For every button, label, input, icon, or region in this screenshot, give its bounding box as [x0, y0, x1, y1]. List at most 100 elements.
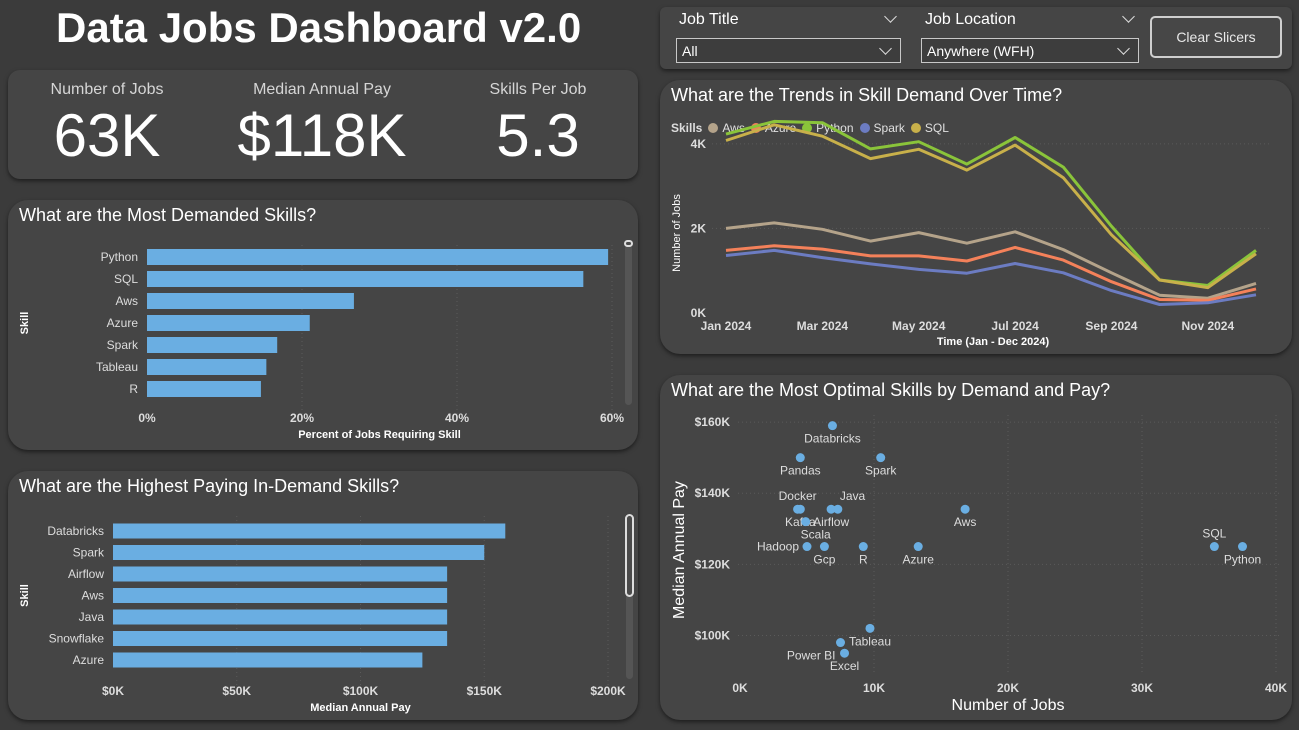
y-tick-label: Azure [73, 653, 105, 667]
y-tick-label: Databricks [47, 524, 104, 538]
x-tick-label: 60% [600, 411, 624, 425]
y-tick-label: SQL [114, 272, 138, 286]
kpi-value: $118K [237, 102, 407, 169]
kpi-median-annual-pay: Median Annual Pay $118K [221, 70, 423, 170]
bar [147, 315, 310, 331]
data-label: Gcp [813, 553, 835, 567]
data-point [858, 542, 868, 552]
demanded-skills-chart: 0% 20% 40% 60% Python SQL Aws Azure Spark Tableau… [19, 245, 624, 441]
job-title-dropdown[interactable]: All [676, 38, 901, 63]
bar [113, 588, 448, 603]
y-tick-label: Spark [73, 546, 105, 560]
kpi-number-of-jobs: Number of Jobs 63K [16, 70, 198, 170]
dashboard-title: Data Jobs Dashboard v2.0 [56, 4, 582, 51]
data-label: Databricks [804, 432, 861, 446]
y-tick-label: 0K [691, 306, 707, 320]
data-point [876, 453, 886, 463]
data-label: Azure [903, 553, 935, 567]
kpi-label: Skills Per Job [489, 81, 587, 98]
x-axis-label: Percent of Jobs Requiring Skill [298, 429, 461, 441]
x-tick-label: Nov 2024 [1181, 319, 1234, 333]
data-point [865, 623, 875, 633]
paying-skills-chart: $0K $50K $100K $150K $200K Databricks Spark Air… [19, 516, 626, 714]
y-tick-label: Aws [82, 589, 104, 603]
x-tick-label: $150K [467, 684, 503, 698]
x-tick-label: 20K [997, 681, 1019, 695]
data-label: Docker [779, 489, 817, 503]
y-tick-label: $120K [695, 557, 731, 571]
x-tick-label: 0% [138, 411, 156, 425]
y-tick-label: Spark [107, 338, 139, 352]
data-label: SQL [1202, 527, 1226, 541]
data-label: Pandas [780, 464, 821, 478]
trends-chart: 0K 2K 4K Jan 2024 Mar 2024 May 2024 Jul 2024 Se… [671, 119, 1270, 348]
y-tick-label: Python [101, 250, 138, 264]
data-label: Java [840, 489, 866, 503]
y-axis-label: Skill [19, 584, 31, 607]
x-axis-label: Median Annual Pay [310, 702, 411, 714]
kpi-label: Number of Jobs [50, 81, 164, 98]
x-axis-label: Time (Jan - Dec 2024) [937, 336, 1050, 348]
y-tick-label: $140K [695, 486, 731, 500]
job-location-dropdown[interactable]: Anywhere (WFH) [921, 38, 1139, 63]
x-tick-label: 40K [1265, 681, 1287, 695]
data-label: Tableau [849, 634, 891, 648]
kpi-value: 5.3 [496, 102, 580, 169]
x-tick-label: Mar 2024 [797, 319, 849, 333]
data-point [913, 542, 923, 552]
data-label: Scala [801, 528, 831, 542]
x-tick-label: $0K [102, 684, 124, 698]
x-tick-label: May 2024 [892, 319, 946, 333]
data-label: Aws [954, 515, 976, 529]
x-tick-label: $50K [222, 684, 251, 698]
x-tick-label: 10K [863, 681, 885, 695]
data-point [819, 542, 829, 552]
kpi-label: Median Annual Pay [253, 81, 391, 98]
data-point [801, 517, 811, 527]
x-tick-label: Jul 2024 [991, 319, 1039, 333]
kpi-card: Number of Jobs 63K Median Annual Pay $11… [8, 70, 638, 179]
y-tick-label: Tableau [96, 360, 138, 374]
bar [113, 545, 485, 560]
bar [113, 523, 506, 539]
data-point [836, 638, 845, 648]
data-point [960, 504, 970, 514]
bar [147, 293, 354, 309]
y-tick-label: R [129, 382, 138, 396]
x-tick-label: 0K [732, 681, 748, 695]
kpi-value: 63K [53, 102, 161, 169]
job-title-dropdown-chevron-icon [879, 42, 892, 55]
x-tick-label: Sep 2024 [1085, 319, 1137, 333]
job-title-slicer-label: Job Title [679, 11, 739, 28]
optimal-skills-chart: $100K $120K $140K $160K 0K 10K 20K 30K 40K Databr… [671, 415, 1287, 714]
y-axis-label: Median Annual Pay [671, 481, 688, 619]
data-point [826, 504, 836, 514]
y-tick-label: Snowflake [49, 632, 105, 646]
data-label: Spark [865, 464, 897, 478]
y-axis-label: Number of Jobs [671, 194, 683, 272]
data-point [827, 421, 837, 431]
data-label: Excel [830, 659, 859, 673]
data-point [795, 453, 805, 463]
job-title-value: All [682, 43, 698, 59]
bar [113, 609, 448, 625]
data-point [1209, 542, 1219, 552]
y-tick-label: 4K [691, 137, 707, 151]
job-location-dropdown-chevron-icon [1117, 42, 1130, 55]
bar [147, 359, 267, 375]
data-label: Power BI [787, 649, 836, 663]
x-tick-label: Jan 2024 [701, 319, 752, 333]
clear-slicers-button[interactable]: Clear Slicers [1150, 16, 1282, 58]
series-line-aws [725, 221, 1257, 300]
x-tick-label: 30K [1131, 681, 1153, 695]
x-tick-label: $100K [343, 684, 379, 698]
series-line-python [725, 119, 1257, 287]
x-tick-label: 40% [445, 411, 469, 425]
job-location-value: Anywhere (WFH) [927, 43, 1035, 59]
x-tick-label: $200K [590, 684, 626, 698]
job-location-slicer-label: Job Location [925, 11, 1016, 28]
y-tick-label: $160K [695, 415, 731, 429]
y-tick-label: Airflow [68, 567, 104, 581]
data-point [802, 542, 812, 552]
data-point [795, 504, 805, 514]
